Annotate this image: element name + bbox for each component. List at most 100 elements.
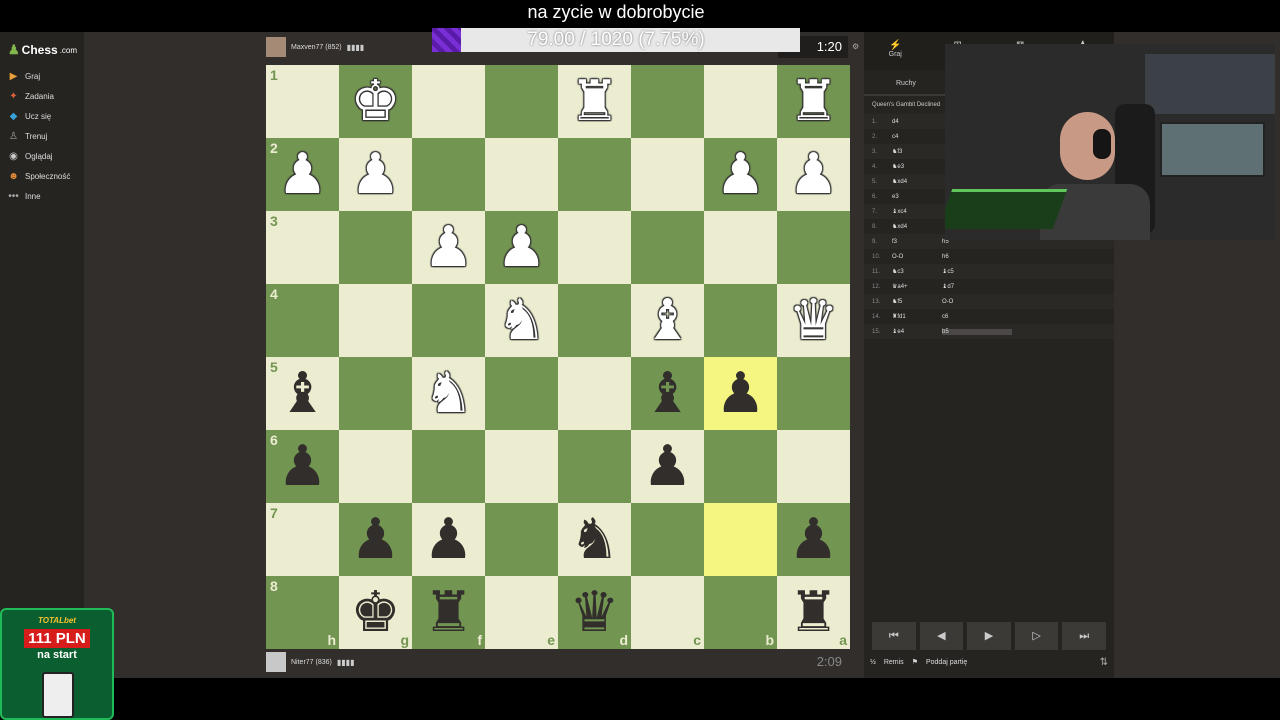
white-pawn-icon[interactable]: ♟ <box>412 211 485 284</box>
avatar[interactable] <box>266 652 286 672</box>
board-square[interactable] <box>777 357 850 430</box>
white-move[interactable]: ♞xd4 <box>892 178 942 185</box>
board-square[interactable] <box>339 430 412 503</box>
resign-button[interactable]: Poddaj partię <box>926 659 967 666</box>
board-square[interactable] <box>704 65 777 138</box>
board-square[interactable] <box>339 284 412 357</box>
black-pawn-icon[interactable]: ♟ <box>631 430 704 503</box>
board-square[interactable] <box>558 357 631 430</box>
board-square[interactable]: c <box>631 576 704 649</box>
board-square[interactable] <box>485 503 558 576</box>
board-square[interactable]: 3 <box>266 211 339 284</box>
sidebar-item-3[interactable]: ♙ Trenuj <box>0 126 84 146</box>
board-square[interactable] <box>631 65 704 138</box>
black-move[interactable]: O-O <box>942 299 1012 305</box>
draw-button[interactable]: Remis <box>884 659 904 666</box>
white-rook-icon[interactable]: ♜ <box>777 65 850 138</box>
white-move[interactable]: O-O <box>892 254 942 260</box>
board-square[interactable] <box>704 211 777 284</box>
board-square[interactable] <box>412 65 485 138</box>
board-square[interactable]: e <box>485 576 558 649</box>
white-pawn-icon[interactable]: ♟ <box>777 138 850 211</box>
black-rook-icon[interactable]: ♜ <box>412 576 485 649</box>
board-square[interactable] <box>558 284 631 357</box>
white-move[interactable]: ♞c3 <box>892 268 942 275</box>
white-move[interactable]: ♝xc4 <box>892 208 942 215</box>
white-move[interactable]: d4 <box>892 119 942 125</box>
sidebar-item-1[interactable]: ✦ Zadania <box>0 86 84 106</box>
white-move[interactable]: c4 <box>892 134 942 140</box>
black-rook-icon[interactable]: ♜ <box>777 576 850 649</box>
next-move-button[interactable]: ▷ <box>1014 622 1059 650</box>
first-move-button[interactable]: ⏮ <box>872 622 916 650</box>
chesscom-logo[interactable]: ♟ Chess .com <box>8 42 77 58</box>
white-rook-icon[interactable]: ♜ <box>558 65 631 138</box>
board-square[interactable] <box>704 430 777 503</box>
sidebar-item-2[interactable]: ◆ Ucz się <box>0 106 84 126</box>
black-pawn-icon[interactable]: ♟ <box>777 503 850 576</box>
sponsor-ad[interactable]: TOTALbet 111 PLN na start <box>0 608 114 720</box>
black-queen-icon[interactable]: ♛ <box>558 576 631 649</box>
player-name[interactable]: Maxven77 (852) <box>291 44 342 51</box>
board-square[interactable] <box>485 138 558 211</box>
board-square[interactable]: 1 <box>266 65 339 138</box>
black-bishop-icon[interactable]: ♝ <box>266 357 339 430</box>
white-knight-icon[interactable]: ♞ <box>485 284 558 357</box>
black-move[interactable]: c6 <box>942 314 1012 320</box>
play-button[interactable]: ▶ <box>967 622 1011 650</box>
board-square[interactable] <box>412 284 485 357</box>
player-name[interactable]: Niter77 (836) <box>291 659 332 666</box>
white-move[interactable]: f3 <box>892 239 942 245</box>
last-move-button[interactable]: ⏭ <box>1062 622 1106 650</box>
black-move[interactable]: ♝c5 <box>942 268 1012 275</box>
board-square[interactable] <box>339 211 412 284</box>
black-move[interactable]: h6 <box>942 254 1012 260</box>
board-square[interactable]: 4 <box>266 284 339 357</box>
white-move[interactable]: ♜fd1 <box>892 313 942 320</box>
sidebar-item-0[interactable]: ▶ Graj <box>0 66 84 86</box>
board-square[interactable]: 7 <box>266 503 339 576</box>
board-square[interactable] <box>485 357 558 430</box>
board-square[interactable]: 8h <box>266 576 339 649</box>
white-queen-icon[interactable]: ♛ <box>777 284 850 357</box>
board-square[interactable] <box>485 430 558 503</box>
prev-move-button[interactable]: ◀ <box>919 622 964 650</box>
white-king-icon[interactable]: ♚ <box>339 65 412 138</box>
white-bishop-icon[interactable]: ♝ <box>631 284 704 357</box>
white-move[interactable]: ♛a4+ <box>892 283 942 290</box>
sidebar-item-4[interactable]: ◉ Oglądaj <box>0 146 84 166</box>
board-square[interactable] <box>777 430 850 503</box>
board-square[interactable] <box>412 430 485 503</box>
black-pawn-icon[interactable]: ♟ <box>704 357 777 430</box>
white-move[interactable]: e3 <box>892 194 942 200</box>
board-settings-gear-icon[interactable]: ⚙ <box>852 42 859 51</box>
white-move[interactable]: ♞f5 <box>892 298 942 305</box>
panel-tab-0[interactable]: ⚡ Graj <box>864 32 927 70</box>
white-move[interactable]: ♞f3 <box>892 148 942 155</box>
black-move[interactable]: ♝d7 <box>942 283 1012 290</box>
white-pawn-icon[interactable]: ♟ <box>266 138 339 211</box>
white-move[interactable]: ♞xd4 <box>892 223 942 230</box>
black-pawn-icon[interactable]: ♟ <box>412 503 485 576</box>
white-pawn-icon[interactable]: ♟ <box>704 138 777 211</box>
board-square[interactable] <box>704 503 777 576</box>
board-square[interactable] <box>558 430 631 503</box>
sidebar-item-6[interactable]: ••• Inne <box>0 186 84 206</box>
flip-board-icon[interactable]: ⇅ <box>1100 657 1108 668</box>
board-square[interactable] <box>631 211 704 284</box>
board-square[interactable]: b <box>704 576 777 649</box>
black-knight-icon[interactable]: ♞ <box>558 503 631 576</box>
black-pawn-icon[interactable]: ♟ <box>339 503 412 576</box>
board-square[interactable] <box>631 503 704 576</box>
board-square[interactable] <box>412 138 485 211</box>
white-pawn-icon[interactable]: ♟ <box>485 211 558 284</box>
black-king-icon[interactable]: ♚ <box>339 576 412 649</box>
sidebar-item-5[interactable]: ☻ Społeczność <box>0 166 84 186</box>
white-knight-icon[interactable]: ♞ <box>412 357 485 430</box>
board-square[interactable] <box>704 284 777 357</box>
black-bishop-icon[interactable]: ♝ <box>631 357 704 430</box>
board-square[interactable] <box>339 357 412 430</box>
board-square[interactable] <box>558 138 631 211</box>
board-square[interactable] <box>631 138 704 211</box>
black-move[interactable]: b5 <box>942 328 1012 335</box>
